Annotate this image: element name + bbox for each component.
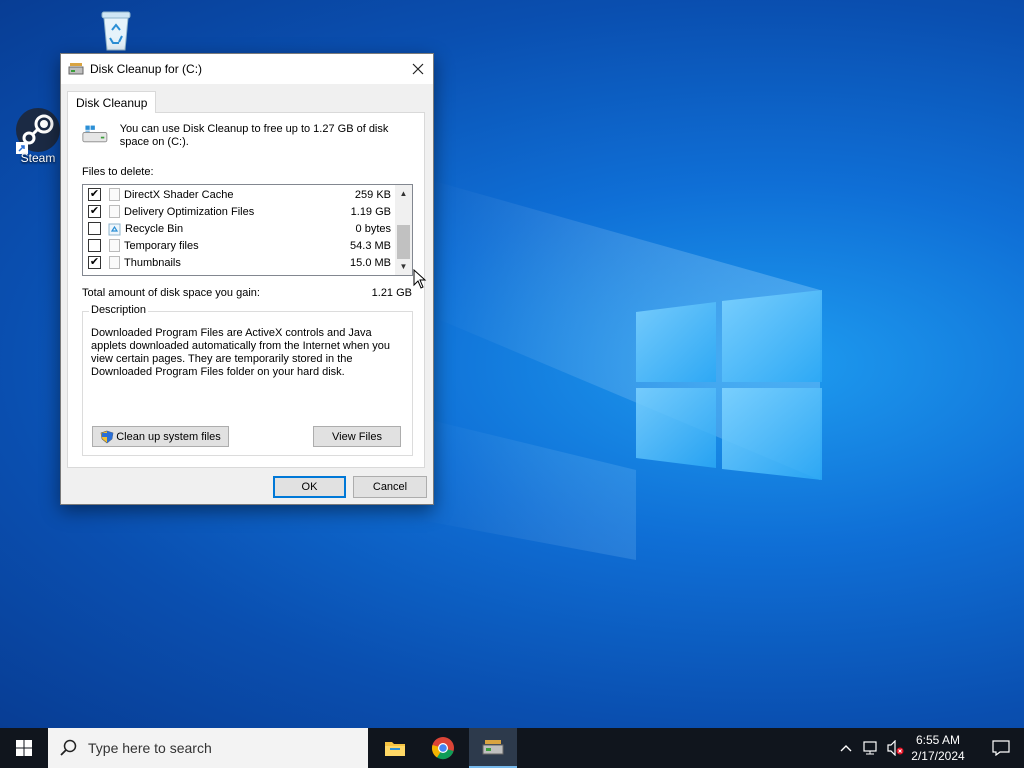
scrollbar-thumb[interactable]: [397, 225, 410, 259]
file-name: DirectX Shader Cache: [124, 188, 234, 201]
ok-button[interactable]: OK: [273, 476, 346, 498]
notification-icon: [992, 740, 1010, 756]
windows-logo: [636, 290, 822, 480]
clock-date: 2/17/2024: [911, 749, 965, 763]
intro-text: You can use Disk Cleanup to free up to 1…: [119, 123, 389, 148]
drive-icon: [82, 125, 108, 143]
mouse-cursor-icon: [413, 269, 427, 289]
taskbar-file-explorer[interactable]: [372, 728, 418, 768]
file-size: 54.3 MB: [350, 239, 391, 252]
steam-icon: [16, 108, 60, 154]
uac-shield-icon: [100, 430, 114, 443]
start-button[interactable]: [0, 728, 48, 768]
show-hidden-icons-button[interactable]: [836, 728, 856, 768]
network-tray-button[interactable]: [860, 728, 882, 768]
close-button[interactable]: [403, 54, 433, 84]
file-size: 15.0 MB: [350, 256, 391, 269]
clean-up-system-files-label: Clean up system files: [116, 430, 221, 443]
tab-panel: You can use Disk Cleanup to free up to 1…: [67, 112, 425, 468]
file-name: Delivery Optimization Files: [124, 205, 255, 218]
taskbar-chrome[interactable]: [420, 728, 466, 768]
file-name: Thumbnails: [124, 256, 181, 269]
close-icon: [412, 63, 424, 75]
chrome-icon: [431, 737, 454, 760]
taskbar-disk-cleanup[interactable]: [469, 728, 517, 768]
checkbox[interactable]: ✔: [88, 205, 101, 218]
search-icon: [60, 739, 77, 756]
disk-cleanup-dialog: Disk Cleanup for (C:) Disk Cleanup You c…: [60, 53, 434, 505]
list-item[interactable]: Temporary files 54.3 MB: [83, 237, 395, 254]
taskbar: Type here to search 6:55 AM 2/17/2024: [0, 728, 1024, 768]
files-listbox[interactable]: ✔ DirectX Shader Cache 259 KB ✔ Delivery…: [82, 184, 413, 276]
intro-section: You can use Disk Cleanup to free up to 1…: [82, 123, 412, 149]
description-legend: Description: [89, 304, 149, 316]
taskbar-search-box[interactable]: Type here to search: [48, 728, 368, 768]
scroll-down-icon[interactable]: ▼: [395, 258, 412, 275]
description-group: Description Downloaded Program Files are…: [82, 304, 413, 456]
checkbox[interactable]: ✔: [88, 188, 101, 201]
checkbox[interactable]: ✔: [88, 256, 101, 269]
checkbox[interactable]: [88, 222, 101, 235]
folder-icon: [385, 742, 405, 756]
checkbox[interactable]: [88, 239, 101, 252]
file-name: Recycle Bin: [125, 222, 184, 235]
clock-time: 6:55 AM: [915, 733, 961, 747]
recycle-bin-small-icon: [108, 223, 121, 235]
file-name: Temporary files: [124, 239, 199, 252]
vertical-scrollbar[interactable]: ▲ ▼: [395, 185, 412, 275]
scroll-up-icon[interactable]: ▲: [395, 185, 412, 202]
file-icon: [109, 188, 120, 201]
file-size: 259 KB: [354, 188, 391, 201]
files-to-delete-label: Files to delete:: [82, 166, 154, 178]
disk-cleanup-icon: [68, 63, 84, 75]
view-files-button[interactable]: View Files: [313, 426, 401, 447]
dialog-title: Disk Cleanup for (C:): [90, 62, 203, 76]
search-placeholder: Type here to search: [88, 740, 212, 756]
total-gain-label: Total amount of disk space you gain:: [82, 287, 260, 299]
action-center-button[interactable]: [978, 728, 1024, 768]
chevron-up-icon: [840, 745, 852, 752]
cancel-button[interactable]: Cancel: [353, 476, 427, 498]
clean-up-system-files-button[interactable]: Clean up system files: [92, 426, 229, 447]
windows-start-icon: [16, 740, 32, 756]
list-item[interactable]: ✔ DirectX Shader Cache 259 KB: [83, 186, 395, 203]
desktop-icon-recycle-bin[interactable]: [88, 8, 144, 57]
list-item[interactable]: Recycle Bin 0 bytes: [83, 220, 395, 237]
total-gain-value: 1.21 GB: [371, 287, 412, 299]
desktop-icon-steam[interactable]: Steam: [10, 106, 66, 165]
total-gain-row: Total amount of disk space you gain: 1.2…: [82, 287, 412, 299]
network-icon: [863, 741, 877, 755]
description-text: Downloaded Program Files are ActiveX con…: [91, 327, 391, 378]
desktop: Steam Disk Cleanup for (C:) Disk Cleanup: [0, 0, 1024, 728]
file-icon: [109, 256, 120, 269]
file-icon: [109, 239, 120, 252]
disk-cleanup-taskbar-icon: [482, 740, 504, 755]
recycle-bin-icon: [101, 11, 131, 51]
taskbar-clock[interactable]: 6:55 AM 2/17/2024: [900, 732, 976, 764]
title-bar[interactable]: Disk Cleanup for (C:): [61, 54, 433, 84]
tab-disk-cleanup[interactable]: Disk Cleanup: [67, 91, 157, 113]
list-item[interactable]: ✔ Thumbnails 15.0 MB: [83, 254, 395, 271]
file-size: 1.19 GB: [350, 205, 391, 218]
file-icon: [109, 205, 120, 218]
list-item[interactable]: ✔ Delivery Optimization Files 1.19 GB: [83, 203, 395, 220]
file-size: 0 bytes: [355, 222, 391, 235]
